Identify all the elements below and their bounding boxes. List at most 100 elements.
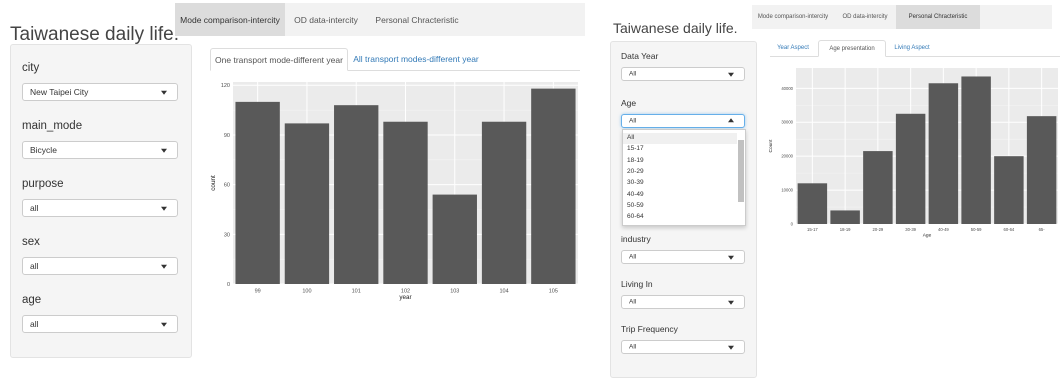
bar — [928, 83, 959, 225]
age-dropdown-option[interactable]: 40-49 — [623, 190, 737, 201]
right-tab-od-data[interactable]: OD data-intercity — [834, 5, 896, 29]
left-tab-personal[interactable]: Personal Chracteristic — [367, 3, 467, 36]
age-dropdown-option[interactable]: 15-17 — [623, 144, 737, 155]
x-tick-label: 100 — [302, 289, 311, 295]
right-filter-label: Trip Frequency — [621, 324, 678, 334]
bar — [284, 123, 330, 284]
x-tick-label: 101 — [352, 289, 361, 295]
x-tick-label: 18-19 — [840, 227, 851, 232]
left-filter-value: all — [30, 261, 39, 271]
y-axis-label: Count — [768, 139, 774, 153]
y-tick-label: 120 — [221, 83, 230, 89]
y-tick-label: 10000 — [781, 188, 793, 193]
y-tick-label: 60 — [224, 183, 230, 189]
age-dropdown-option-label: 50-59 — [627, 201, 644, 209]
bar — [797, 183, 828, 224]
x-tick-label: 40-49 — [938, 227, 949, 232]
x-tick-label: 50-59 — [971, 227, 982, 232]
right-subtabs: Year Aspect Age presentation Living Aspe… — [770, 40, 1060, 57]
left-subtab-all-modes[interactable]: All transport modes-different year — [350, 48, 482, 69]
y-tick-label: 30 — [224, 232, 230, 238]
x-axis-label: Age — [923, 232, 932, 238]
right-filter-label: Data Year — [621, 51, 659, 61]
right-tab-personal[interactable]: Personal Chracteristic — [896, 5, 980, 29]
age-dropdown-list[interactable]: All 15-17 18-19 20-29 30-39 40-49 50-59 60-64 — [622, 129, 746, 226]
right-filter-value: All — [629, 117, 637, 125]
x-tick-label: 105 — [549, 289, 558, 295]
age-dropdown-option[interactable]: 20-29 — [623, 167, 737, 178]
right-filter-select[interactable]: All — [621, 340, 745, 354]
right-filter-label: Age — [621, 98, 637, 108]
bar — [432, 194, 477, 284]
right-filter-label: Living In — [621, 279, 653, 289]
left-filter-select[interactable]: all — [22, 199, 178, 217]
bar — [895, 113, 926, 224]
chevron-down-icon — [728, 72, 734, 77]
y-tick-label: 0 — [227, 282, 230, 288]
bar — [334, 105, 379, 284]
dropdown-scrollbar[interactable] — [738, 140, 744, 202]
x-tick-label: 60-64 — [1004, 227, 1015, 232]
right-subtab-age[interactable]: Age presentation — [818, 40, 886, 57]
bar — [863, 151, 893, 224]
chevron-down-icon — [161, 322, 167, 327]
x-axis-label: year — [399, 294, 411, 301]
age-dropdown-option[interactable]: 50-59 — [623, 201, 737, 212]
bar — [1026, 116, 1057, 224]
age-dropdown-option-label: 40-49 — [627, 190, 644, 198]
x-tick-label: 99 — [255, 289, 261, 295]
age-dropdown-option-label: 15-17 — [627, 145, 644, 153]
right-tab-mode-comparison[interactable]: Mode comparison-intercity — [752, 5, 834, 29]
left-filter-select[interactable]: all — [22, 257, 178, 275]
right-filter-label: industry — [621, 234, 651, 244]
right-subtab-living[interactable]: Living Aspect — [886, 40, 938, 55]
left-filter-value: all — [30, 319, 39, 329]
left-page-title: Taiwanese daily life. — [10, 24, 179, 45]
bar — [235, 101, 280, 284]
left-filter-select[interactable]: all — [22, 315, 178, 333]
y-tick-label: 30000 — [781, 120, 793, 125]
left-filter-select[interactable]: New Taipei City — [22, 83, 178, 101]
right-filter-select[interactable]: All — [621, 67, 745, 81]
age-dropdown-option-label: 30-39 — [627, 179, 644, 187]
left-filter-label: main_mode — [22, 120, 83, 132]
age-dropdown-option-label: 20-29 — [627, 167, 644, 175]
bar — [481, 121, 527, 284]
bar — [383, 121, 428, 284]
y-tick-label: 0 — [791, 221, 794, 226]
chevron-down-icon — [161, 148, 167, 153]
chevron-down-icon — [161, 90, 167, 95]
age-dropdown-option[interactable]: 18-19 — [623, 156, 737, 167]
left-filter-select[interactable]: Bicycle — [22, 141, 178, 159]
left-filter-label: purpose — [22, 178, 64, 190]
right-filter-select[interactable]: All — [621, 295, 745, 309]
x-tick-label: 15-17 — [807, 227, 818, 232]
y-tick-label: 40000 — [781, 86, 793, 91]
chevron-down-icon — [728, 255, 734, 260]
chevron-down-icon — [161, 206, 167, 211]
y-tick-label: 90 — [224, 133, 230, 139]
chevron-down-icon — [161, 264, 167, 269]
age-dropdown-option[interactable]: 30-39 — [623, 178, 737, 189]
right-filter-select[interactable]: All — [621, 114, 745, 128]
x-tick-label: 30-39 — [905, 227, 916, 232]
chevron-up-icon — [728, 118, 734, 123]
right-filter-value: All — [629, 253, 637, 261]
left-subtabs: One transport mode-different year All tr… — [210, 48, 580, 71]
right-subtab-year[interactable]: Year Aspect — [770, 40, 816, 55]
bar — [994, 156, 1024, 224]
chevron-down-icon — [728, 300, 734, 305]
left-tab-od-data[interactable]: OD data-intercity — [285, 3, 367, 36]
right-filter-value: All — [629, 298, 637, 306]
left-filter-label: age — [22, 294, 42, 306]
y-tick-label: 20000 — [781, 154, 793, 159]
age-dropdown-option[interactable]: All — [623, 133, 737, 144]
age-dropdown-option[interactable]: 60-64 — [623, 212, 737, 223]
right-chart: 0 10000 20000 30000 40000 15-17 18-19 20-29 30-3… — [768, 68, 1058, 238]
right-page-title: Taiwanese daily life. — [613, 20, 738, 36]
right-filter-select[interactable]: All — [621, 250, 745, 264]
chevron-down-icon — [728, 345, 734, 350]
left-tab-mode-comparison[interactable]: Mode comparison-intercity — [175, 3, 285, 36]
left-subtab-one-mode[interactable]: One transport mode-different year — [210, 48, 348, 71]
left-filter-value: all — [30, 203, 39, 213]
